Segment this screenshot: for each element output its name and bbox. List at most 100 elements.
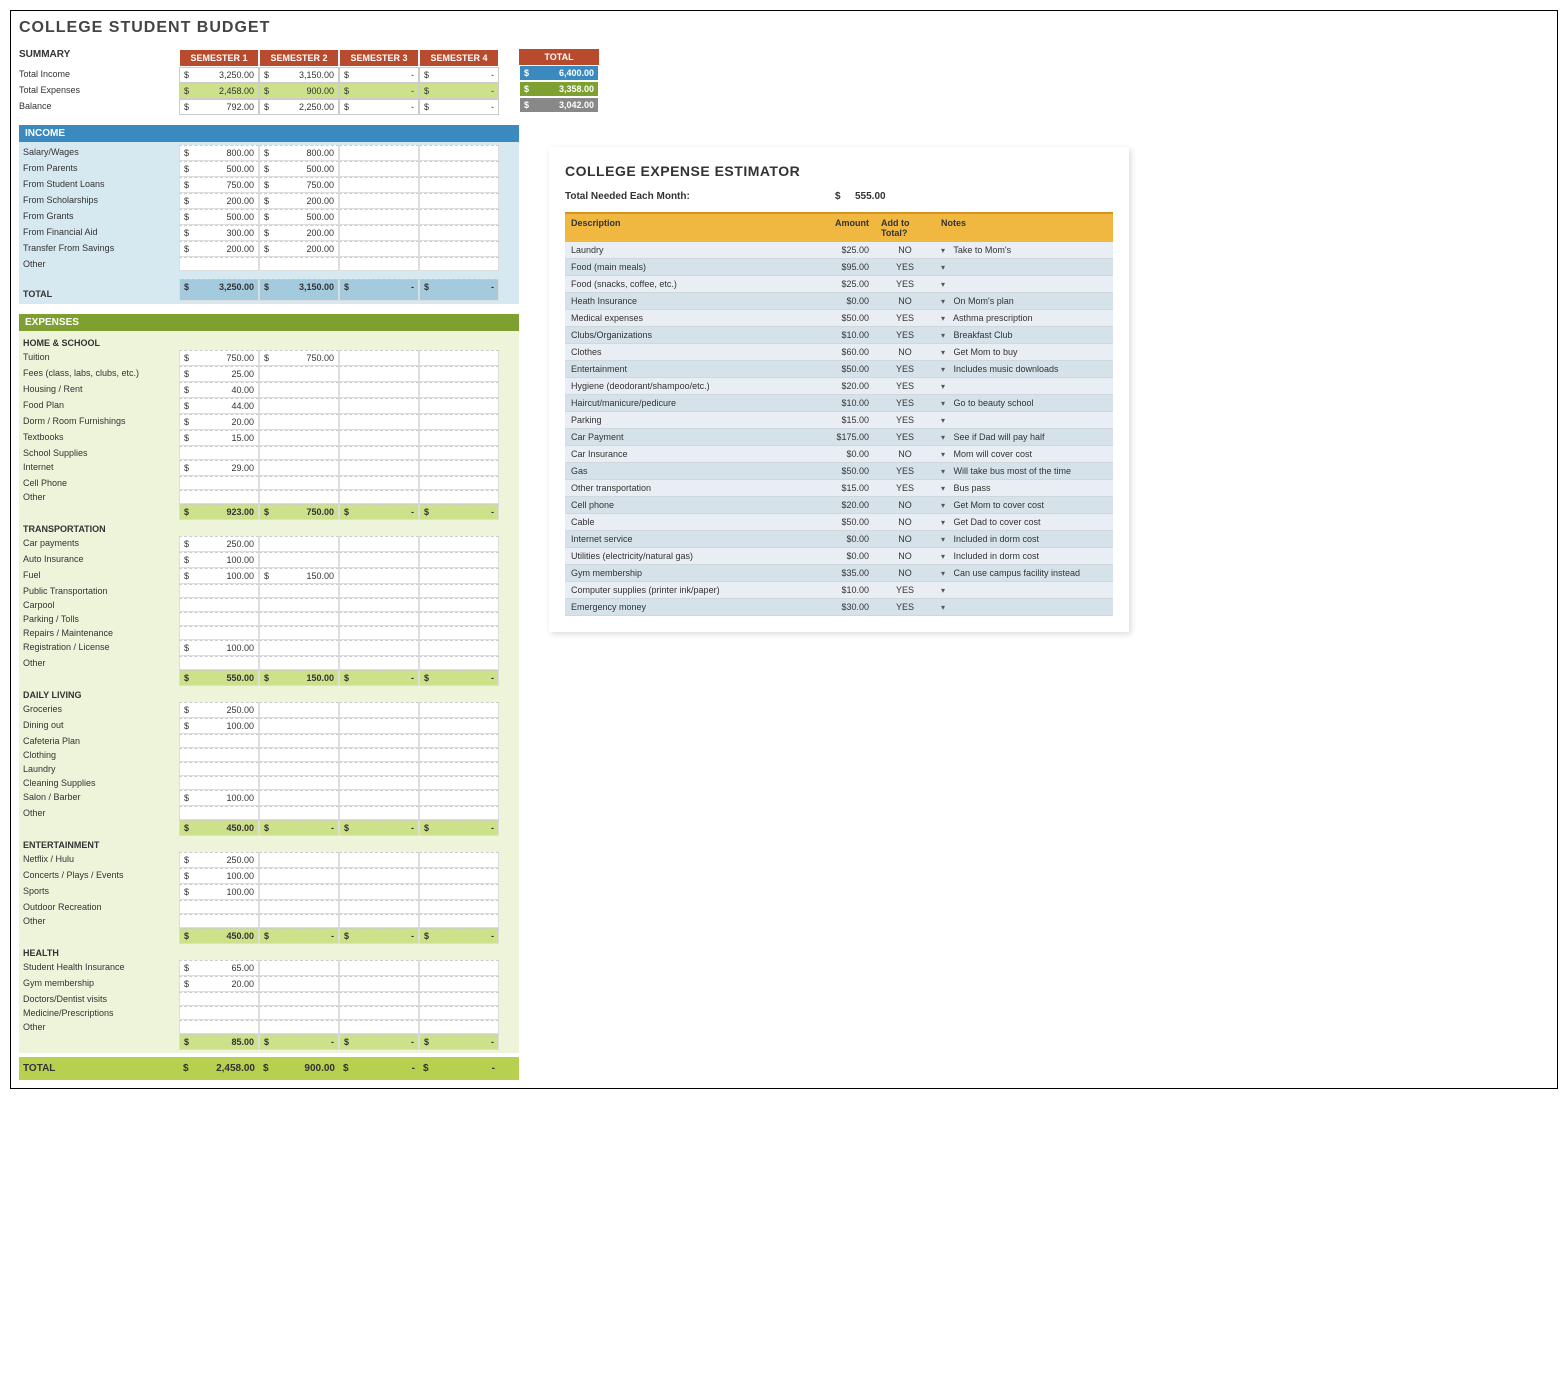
estimator-add-select[interactable]: YES: [875, 480, 935, 496]
expense-cell[interactable]: [419, 656, 499, 670]
expense-cell[interactable]: [259, 734, 339, 748]
expense-cell[interactable]: $150.00: [259, 568, 339, 584]
expense-cell[interactable]: [419, 914, 499, 928]
dropdown-icon[interactable]: ▾: [941, 535, 951, 544]
expense-cell[interactable]: [179, 734, 259, 748]
estimator-notes[interactable]: ▾: [935, 259, 1113, 275]
income-cell[interactable]: $800.00: [259, 145, 339, 161]
estimator-add-select[interactable]: YES: [875, 599, 935, 615]
income-cell[interactable]: $500.00: [179, 161, 259, 177]
expense-cell[interactable]: [419, 552, 499, 568]
expense-cell[interactable]: [419, 366, 499, 382]
expense-cell[interactable]: [419, 446, 499, 460]
expense-cell[interactable]: [259, 366, 339, 382]
expense-cell[interactable]: [179, 762, 259, 776]
estimator-notes[interactable]: ▾: [935, 582, 1113, 598]
estimator-amount[interactable]: $50.00: [815, 310, 875, 326]
expense-cell[interactable]: $29.00: [179, 460, 259, 476]
expense-cell[interactable]: [419, 490, 499, 504]
estimator-amount[interactable]: $25.00: [815, 242, 875, 258]
income-cell[interactable]: $200.00: [259, 193, 339, 209]
estimator-add-select[interactable]: YES: [875, 582, 935, 598]
summary-cell[interactable]: $3,150.00: [259, 67, 339, 83]
estimator-amount[interactable]: $50.00: [815, 361, 875, 377]
expense-cell[interactable]: [259, 914, 339, 928]
expense-cell[interactable]: [419, 536, 499, 552]
dropdown-icon[interactable]: ▾: [941, 484, 951, 493]
estimator-add-select[interactable]: NO: [875, 531, 935, 547]
expense-cell[interactable]: [179, 476, 259, 490]
dropdown-icon[interactable]: ▾: [941, 552, 951, 561]
expense-cell[interactable]: $20.00: [179, 414, 259, 430]
expense-cell[interactable]: [419, 718, 499, 734]
income-cell[interactable]: [339, 241, 419, 257]
expense-cell[interactable]: [339, 1006, 419, 1020]
expense-cell[interactable]: [259, 626, 339, 640]
expense-cell[interactable]: [419, 1006, 499, 1020]
expense-cell[interactable]: $750.00: [179, 350, 259, 366]
summary-cell[interactable]: $-: [339, 83, 419, 99]
estimator-notes[interactable]: ▾ On Mom's plan: [935, 293, 1113, 309]
income-cell[interactable]: $200.00: [179, 193, 259, 209]
expense-cell[interactable]: [179, 806, 259, 820]
expense-cell[interactable]: $250.00: [179, 536, 259, 552]
estimator-notes[interactable]: ▾ Get Mom to buy: [935, 344, 1113, 360]
expense-cell[interactable]: [259, 446, 339, 460]
expense-cell[interactable]: $25.00: [179, 366, 259, 382]
estimator-notes[interactable]: ▾ Included in dorm cost: [935, 531, 1113, 547]
summary-cell[interactable]: $-: [419, 67, 499, 83]
expense-cell[interactable]: [419, 900, 499, 914]
expense-cell[interactable]: [339, 748, 419, 762]
estimator-notes[interactable]: ▾: [935, 378, 1113, 394]
expense-cell[interactable]: [339, 868, 419, 884]
expense-cell[interactable]: [419, 598, 499, 612]
estimator-amount[interactable]: $95.00: [815, 259, 875, 275]
expense-cell[interactable]: [419, 884, 499, 900]
estimator-notes[interactable]: ▾ Will take bus most of the time: [935, 463, 1113, 479]
income-cell[interactable]: [339, 257, 419, 271]
expense-cell[interactable]: [179, 776, 259, 790]
estimator-notes[interactable]: ▾ Can use campus facility instead: [935, 565, 1113, 581]
expense-cell[interactable]: [259, 718, 339, 734]
expense-cell[interactable]: [179, 598, 259, 612]
dropdown-icon[interactable]: ▾: [941, 399, 951, 408]
expense-cell[interactable]: [179, 900, 259, 914]
expense-cell[interactable]: [179, 490, 259, 504]
expense-cell[interactable]: [179, 656, 259, 670]
expense-cell[interactable]: [259, 476, 339, 490]
estimator-add-select[interactable]: YES: [875, 361, 935, 377]
expense-cell[interactable]: [339, 366, 419, 382]
estimator-notes[interactable]: ▾ Breakfast Club: [935, 327, 1113, 343]
expense-cell[interactable]: [259, 430, 339, 446]
estimator-add-select[interactable]: NO: [875, 242, 935, 258]
estimator-add-select[interactable]: YES: [875, 276, 935, 292]
expense-cell[interactable]: [259, 884, 339, 900]
estimator-add-select[interactable]: YES: [875, 463, 935, 479]
income-cell[interactable]: $800.00: [179, 145, 259, 161]
estimator-amount[interactable]: $15.00: [815, 480, 875, 496]
expense-cell[interactable]: [419, 1020, 499, 1034]
expense-cell[interactable]: [339, 536, 419, 552]
income-cell[interactable]: [179, 257, 259, 271]
expense-cell[interactable]: $100.00: [179, 884, 259, 900]
expense-cell[interactable]: [259, 868, 339, 884]
income-cell[interactable]: [339, 209, 419, 225]
expense-cell[interactable]: [259, 900, 339, 914]
income-cell[interactable]: [419, 225, 499, 241]
expense-cell[interactable]: [179, 446, 259, 460]
summary-cell[interactable]: $2,250.00: [259, 99, 339, 115]
expense-cell[interactable]: [339, 568, 419, 584]
income-cell[interactable]: [339, 193, 419, 209]
expense-cell[interactable]: [339, 992, 419, 1006]
expense-cell[interactable]: [339, 960, 419, 976]
summary-cell[interactable]: $-: [339, 99, 419, 115]
expense-cell[interactable]: [259, 748, 339, 762]
estimator-notes[interactable]: ▾ Get Dad to cover cost: [935, 514, 1113, 530]
estimator-amount[interactable]: $30.00: [815, 599, 875, 615]
expense-cell[interactable]: [339, 718, 419, 734]
estimator-amount[interactable]: $20.00: [815, 497, 875, 513]
dropdown-icon[interactable]: ▾: [941, 263, 951, 272]
income-cell[interactable]: [419, 241, 499, 257]
expense-cell[interactable]: [259, 584, 339, 598]
expense-cell[interactable]: [419, 868, 499, 884]
